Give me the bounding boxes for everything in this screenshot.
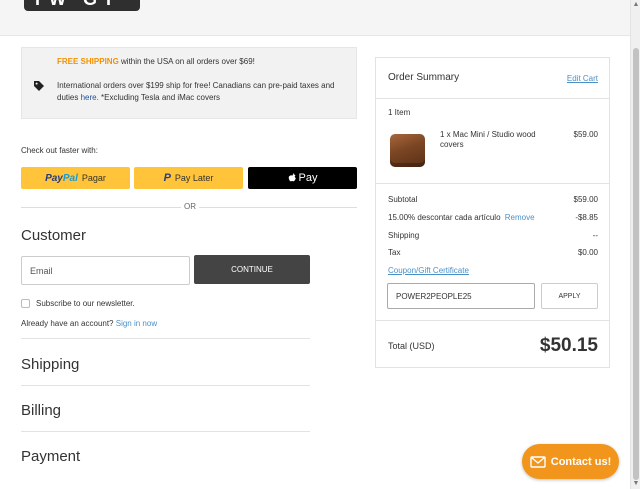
shipping-notice: FREE SHIPPING within the USA on all orde… <box>21 47 357 119</box>
shipping-heading: Shipping <box>21 356 80 373</box>
summary-divider <box>376 183 609 184</box>
summary-divider <box>376 320 609 321</box>
section-divider <box>21 385 310 386</box>
order-summary: Order Summary Edit Cart 1 Item 1 x Mac M… <box>375 57 610 368</box>
mail-icon <box>530 455 546 468</box>
site-logo[interactable]: TW GT <box>24 0 140 11</box>
coupon-code-input[interactable] <box>387 283 535 309</box>
tag-icon <box>34 81 44 91</box>
paypal-pay-later-button[interactable]: P Pay Later <box>134 167 243 189</box>
product-thumbnail <box>390 134 425 167</box>
payment-heading: Payment <box>21 448 81 465</box>
scroll-down-arrow-icon[interactable]: ▼ <box>632 479 640 489</box>
product-price: $59.00 <box>573 130 598 139</box>
page-scrollbar[interactable]: ▲ ▼ <box>630 0 640 489</box>
section-divider <box>21 431 310 432</box>
continue-button[interactable]: CONTINUE <box>194 255 310 284</box>
international-text: International orders over $199 ship for … <box>57 81 335 102</box>
apple-pay-button[interactable]: Pay <box>248 167 357 189</box>
sign-in-prompt: Already have an account? Sign in now <box>21 319 158 328</box>
site-header: TW GT <box>0 0 630 36</box>
free-shipping-text: FREE SHIPPING within the USA on all orde… <box>57 57 255 66</box>
customer-heading: Customer <box>21 227 87 244</box>
or-label: OR <box>181 202 199 211</box>
contact-us-button[interactable]: Contact us! <box>522 444 619 479</box>
newsletter-label[interactable]: Subscribe to our newsletter. <box>36 299 135 308</box>
scrollbar-thumb[interactable] <box>633 48 639 480</box>
sign-in-link[interactable]: Sign in now <box>116 319 157 328</box>
paypal-button[interactable]: PayPal Pagar <box>21 167 130 189</box>
remove-discount-link[interactable]: Remove <box>505 213 535 222</box>
summary-divider <box>376 98 609 99</box>
edit-cart-link[interactable]: Edit Cart <box>567 74 598 83</box>
discount-row: 15.00% descontar cada artículo Remove -$8… <box>388 213 598 222</box>
total-value: $50.15 <box>539 335 598 356</box>
section-divider <box>21 338 310 339</box>
item-count: 1 Item <box>388 108 411 117</box>
shipping-row: Shipping -- <box>388 231 598 240</box>
paypal-p-icon: P <box>163 172 171 184</box>
email-field[interactable] <box>21 256 190 285</box>
paypal-logo: PayPal <box>45 172 78 184</box>
apply-coupon-button[interactable]: APPLY <box>541 283 598 309</box>
billing-heading: Billing <box>21 402 62 419</box>
subtotal-row: Subtotal $59.00 <box>388 195 598 204</box>
tax-row: Tax $0.00 <box>388 248 598 257</box>
taxes-here-link[interactable]: here. <box>81 93 99 102</box>
coupon-link[interactable]: Coupon/Gift Certificate <box>388 266 469 275</box>
product-name: 1 x Mac Mini / Studio wood covers <box>440 130 536 149</box>
express-checkout-label: Check out faster with: <box>21 146 98 155</box>
apple-icon <box>288 173 296 182</box>
scroll-up-arrow-icon[interactable]: ▲ <box>632 0 640 10</box>
newsletter-checkbox[interactable] <box>21 299 30 308</box>
